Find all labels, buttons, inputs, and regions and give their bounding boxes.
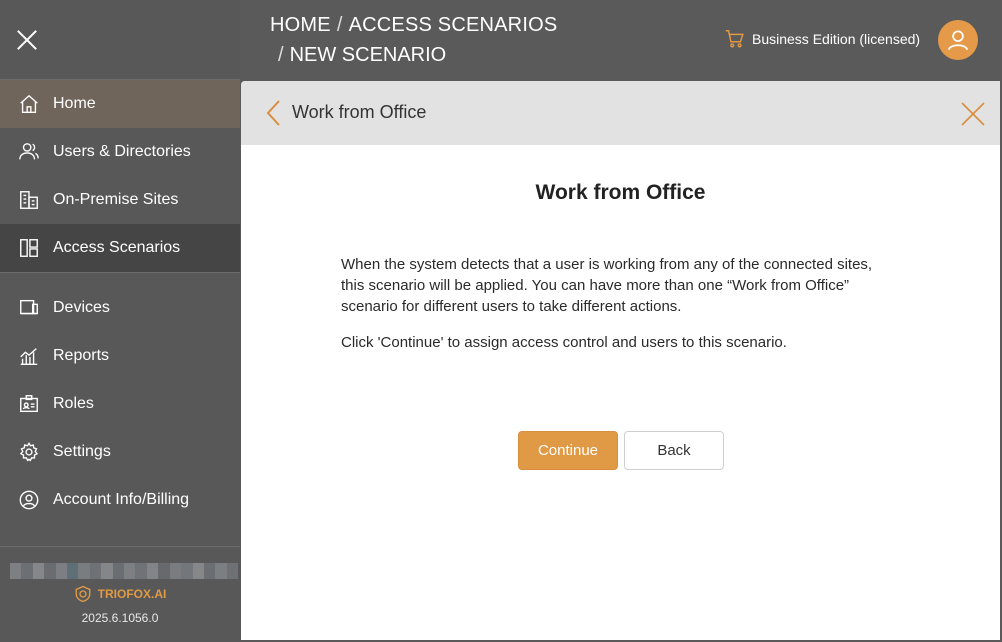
sidebar-item-sites[interactable]: On-Premise Sites	[0, 176, 240, 224]
panel-header: Work from Office	[241, 81, 1000, 145]
users-icon	[18, 141, 40, 163]
sidebar: Home Users & Directories On-Premise Site…	[0, 0, 240, 642]
triofox-logo-icon	[75, 585, 91, 603]
chart-icon	[18, 345, 40, 367]
sidebar-footer: TRIOFOX.AI 2025.6.1056.0	[0, 546, 240, 642]
scenario-instruction: Click 'Continue' to assign access contro…	[341, 334, 787, 351]
close-menu-icon[interactable]	[16, 29, 38, 51]
edition-label: Business Edition (licensed)	[752, 31, 921, 47]
back-button[interactable]: Back	[624, 431, 724, 470]
sidebar-item-label: Reports	[53, 347, 110, 364]
top-header: HOME / ACCESS SCENARIOS / NEW SCENARIO Busi…	[240, 0, 1002, 80]
sidebar-item-label: Settings	[53, 443, 111, 460]
brand-name: TRIOFOX.AI	[97, 587, 167, 601]
sidebar-item-label: Devices	[53, 299, 110, 316]
home-icon	[18, 93, 40, 115]
back-chevron-icon[interactable]	[265, 99, 281, 127]
brand-logo: TRIOFOX.AI	[0, 585, 240, 603]
sidebar-item-label: Roles	[53, 395, 94, 412]
sidebar-item-account[interactable]: Account Info/Billing	[0, 476, 240, 524]
scenario-title: Work from Office	[535, 181, 706, 204]
sidebar-top	[0, 0, 240, 80]
layout-icon	[18, 237, 40, 259]
obscured-info	[10, 563, 239, 579]
sidebar-item-access-scenarios[interactable]: Access Scenarios	[0, 224, 240, 272]
sidebar-item-users[interactable]: Users & Directories	[0, 128, 240, 176]
breadcrumb-access-scenarios[interactable]: ACCESS SCENARIOS	[349, 14, 558, 36]
sidebar-item-devices[interactable]: Devices	[0, 284, 240, 332]
breadcrumb-separator: /	[336, 14, 343, 36]
sidebar-item-roles[interactable]: Roles	[0, 380, 240, 428]
sidebar-item-label: Access Scenarios	[53, 239, 181, 256]
gear-icon	[18, 441, 40, 463]
version-label: 2025.6.1056.0	[81, 611, 159, 625]
devices-icon	[18, 297, 40, 319]
continue-button[interactable]: Continue	[518, 431, 618, 470]
account-circle-icon	[18, 489, 40, 511]
scenario-panel: Work from Office Work from Office When t…	[241, 81, 1000, 640]
cart-icon	[725, 30, 744, 48]
panel-header-title: Work from Office	[292, 102, 427, 122]
sidebar-item-settings[interactable]: Settings	[0, 428, 240, 476]
breadcrumb-line-2: / NEW SCENARIO	[278, 44, 446, 67]
sidebar-item-label: On-Premise Sites	[53, 191, 179, 208]
user-icon	[947, 30, 969, 51]
id-card-icon	[18, 393, 40, 415]
avatar[interactable]	[938, 20, 978, 60]
scenario-description: When the system detects that a user is w…	[341, 256, 873, 315]
sidebar-item-label: Users & Directories	[53, 143, 191, 160]
nav-group-main: Home Users & Directories On-Premise Site…	[0, 80, 240, 273]
sidebar-item-home[interactable]: Home	[0, 80, 240, 128]
nav-group-secondary: Devices Reports Roles Settings Account I…	[0, 273, 240, 524]
breadcrumb-separator: /	[278, 44, 284, 66]
sidebar-item-reports[interactable]: Reports	[0, 332, 240, 380]
breadcrumb: HOME / ACCESS SCENARIOS	[270, 14, 557, 37]
sidebar-item-label: Account Info/Billing	[53, 491, 190, 508]
edition-badge[interactable]: Business Edition (licensed)	[724, 28, 920, 50]
breadcrumb-home[interactable]: HOME	[270, 14, 331, 36]
sidebar-item-label: Home	[53, 95, 96, 112]
close-icon[interactable]	[959, 100, 987, 128]
breadcrumb-new-scenario: NEW SCENARIO	[289, 44, 447, 66]
building-icon	[18, 189, 40, 211]
